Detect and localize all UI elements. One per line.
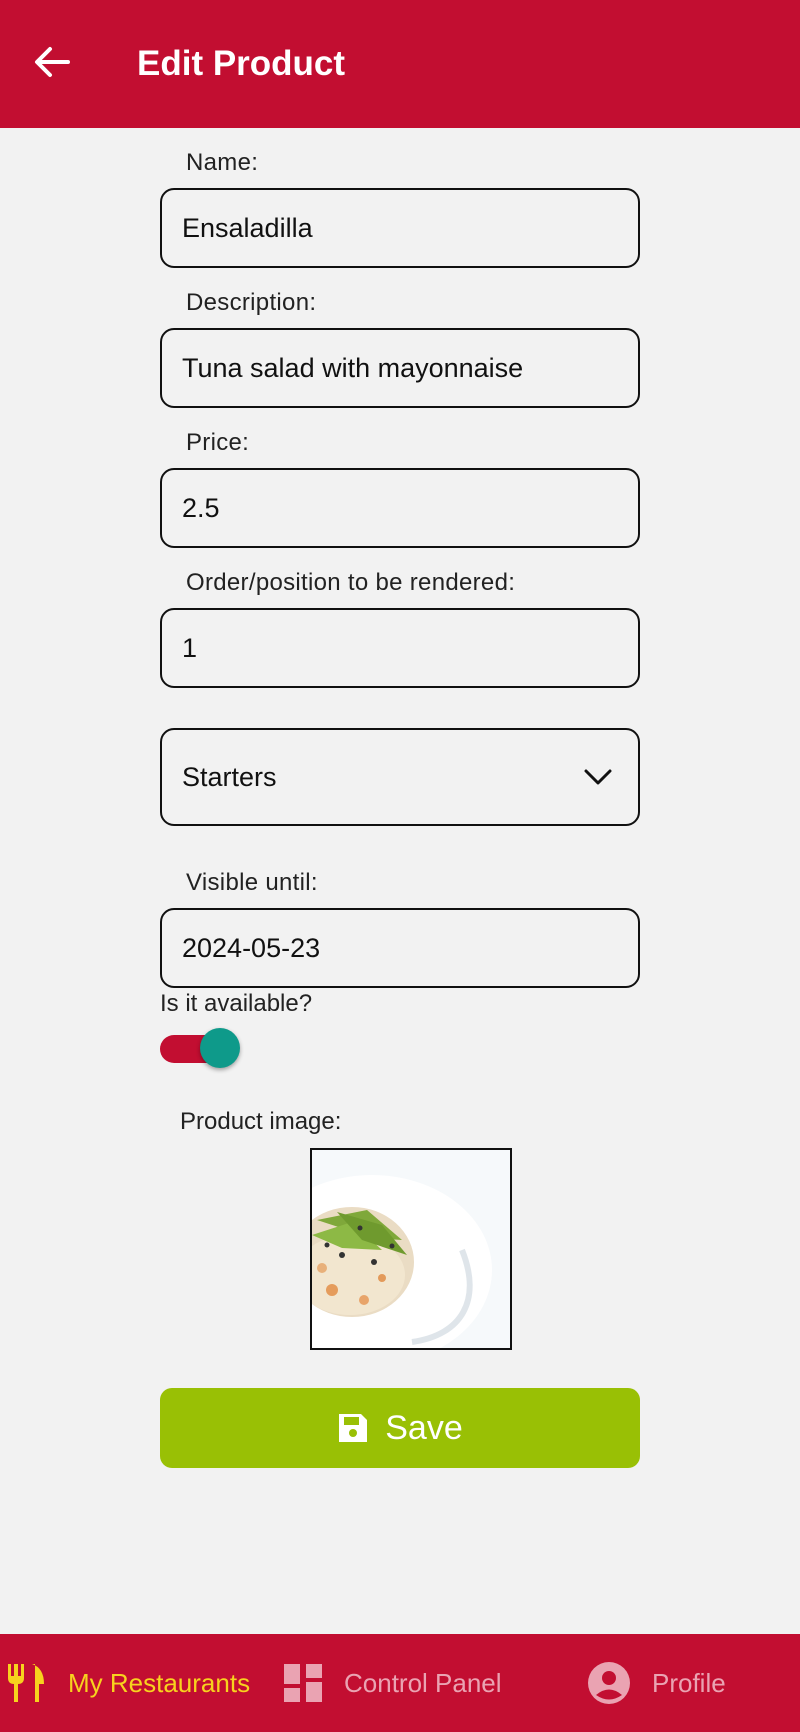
save-button[interactable]: Save — [160, 1388, 640, 1468]
description-field-box — [160, 328, 640, 408]
visible-until-field-box — [160, 908, 640, 988]
description-input[interactable] — [162, 330, 638, 406]
nav-item-profile[interactable]: Profile — [588, 1634, 726, 1732]
toggle-thumb — [200, 1028, 240, 1068]
bottom-nav: My Restaurants Control Panel Profile — [0, 1634, 800, 1732]
order-input[interactable] — [162, 610, 638, 686]
nav-item-control-panel[interactable]: Control Panel — [284, 1634, 502, 1732]
nav-item-my-restaurants[interactable]: My Restaurants — [6, 1634, 250, 1732]
nav-label-profile: Profile — [652, 1667, 726, 1698]
nav-label-my-restaurants: My Restaurants — [68, 1667, 251, 1698]
order-field-box — [160, 608, 640, 688]
price-input[interactable] — [162, 470, 638, 546]
account-circle-icon — [588, 1662, 630, 1704]
category-select[interactable]: Starters — [160, 728, 640, 826]
name-input[interactable] — [162, 190, 638, 266]
product-image-label: Product image: — [180, 1108, 342, 1135]
save-label: Save — [385, 1408, 463, 1447]
price-label: Price: — [186, 429, 250, 456]
page-title: Edit Product — [137, 44, 346, 83]
product-image[interactable] — [310, 1148, 512, 1350]
order-label: Order/position to be rendered: — [186, 569, 516, 596]
visible-until-input[interactable] — [162, 910, 638, 986]
available-label: Is it available? — [160, 990, 313, 1017]
category-selected-value: Starters — [182, 761, 277, 792]
save-icon — [337, 1412, 369, 1444]
dashboard-icon — [284, 1664, 322, 1702]
app-bar: Edit Product — [0, 0, 800, 128]
back-button[interactable] — [30, 40, 74, 84]
description-label: Description: — [186, 289, 317, 316]
name-field-box — [160, 188, 640, 268]
name-label: Name: — [186, 149, 259, 176]
available-toggle[interactable] — [160, 1028, 242, 1070]
chevron-down-icon — [584, 768, 612, 786]
restaurant-icon — [6, 1662, 46, 1704]
nav-label-control-panel: Control Panel — [344, 1667, 502, 1698]
arrow-left-icon — [35, 47, 70, 77]
price-field-box — [160, 468, 640, 548]
salad-photo — [312, 1150, 510, 1348]
visible-until-label: Visible until: — [186, 869, 318, 896]
